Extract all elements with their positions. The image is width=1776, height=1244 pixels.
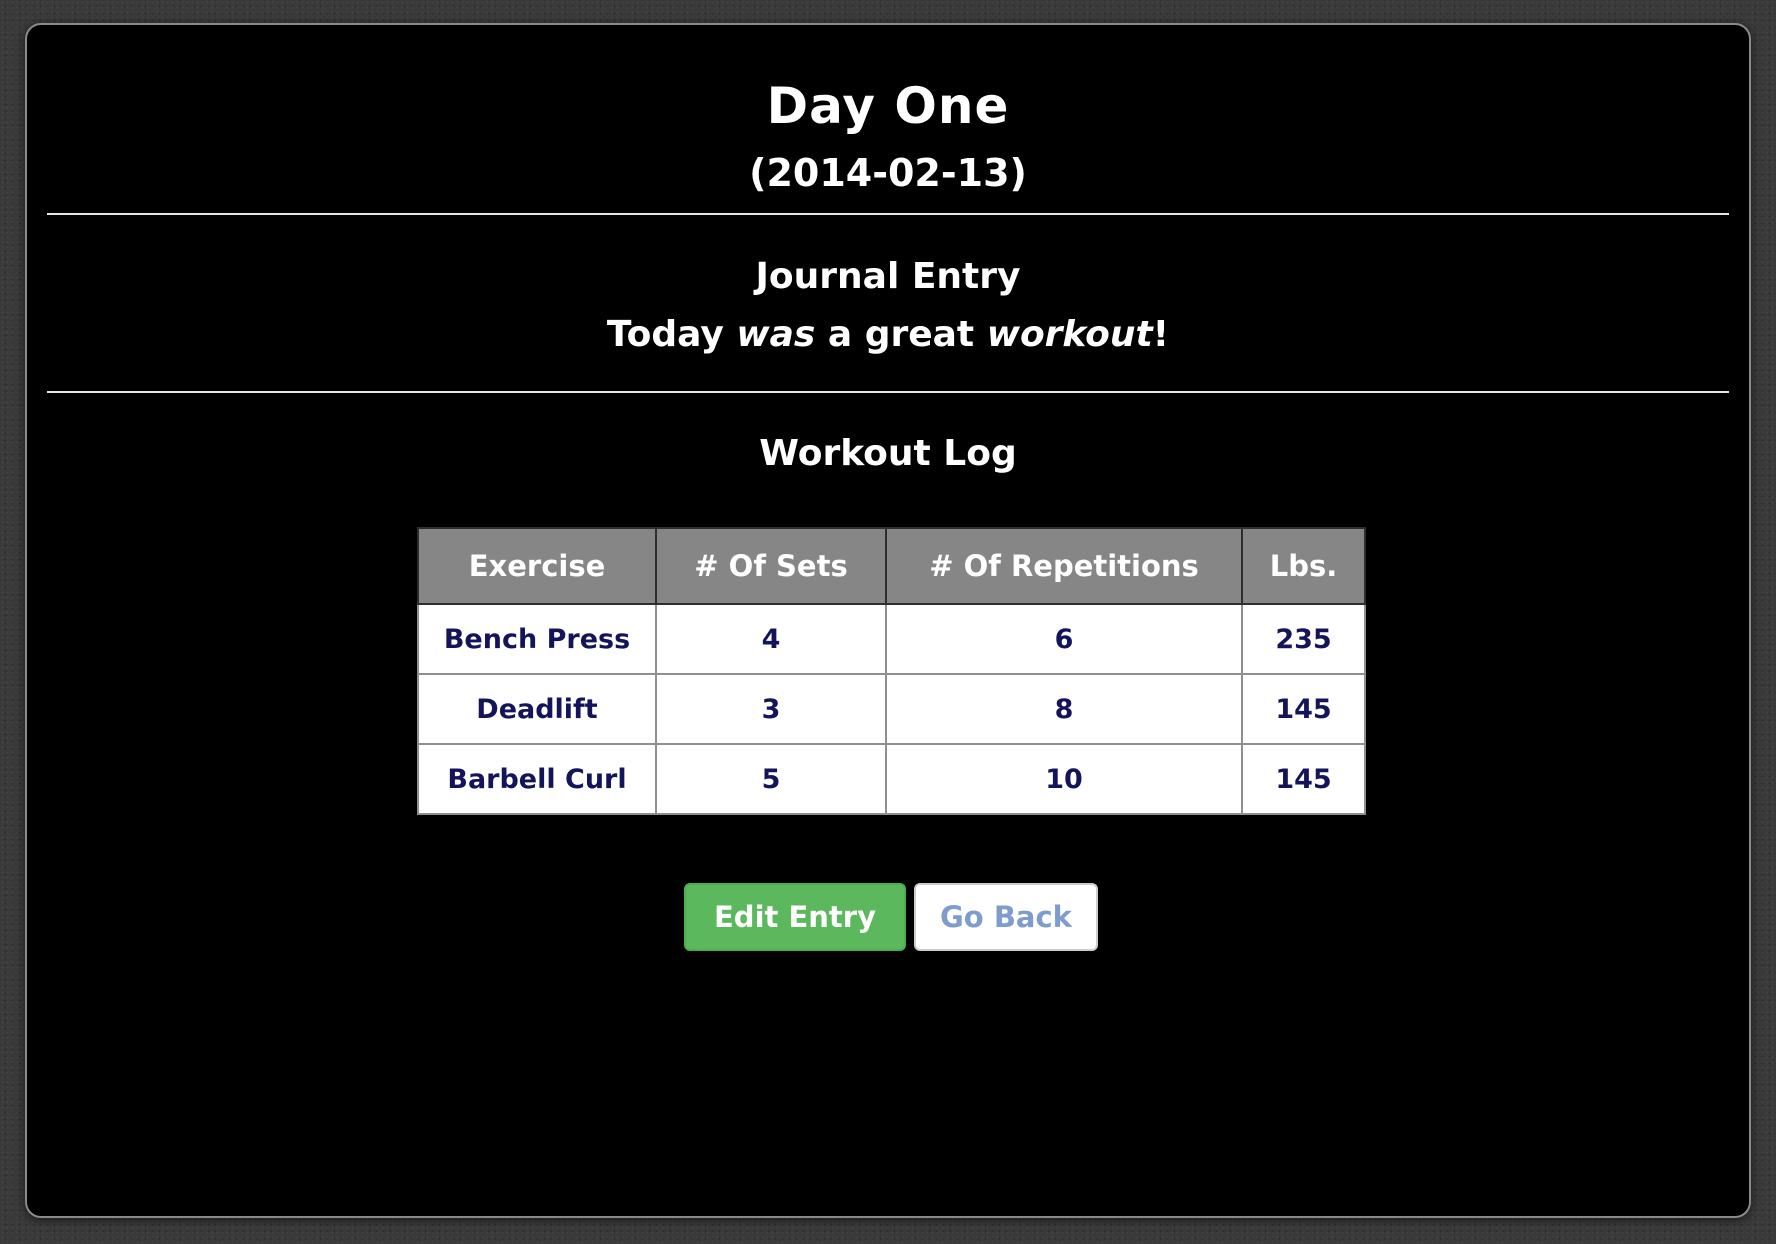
journal-text-emphasis: workout	[986, 314, 1153, 355]
entry-title: Day One	[766, 77, 1010, 135]
cell-lbs: 235	[1241, 603, 1366, 675]
table-header-row: Exercise # Of Sets # Of Repetitions Lbs.	[417, 527, 1366, 605]
column-header-sets: # Of Sets	[655, 527, 887, 605]
cell-sets: 3	[655, 673, 887, 745]
workout-log-heading: Workout Log	[759, 433, 1017, 474]
workout-log-table: Exercise # Of Sets # Of Repetitions Lbs.…	[417, 527, 1366, 815]
column-header-repetitions: # Of Repetitions	[885, 527, 1243, 605]
column-header-lbs: Lbs.	[1241, 527, 1366, 605]
column-header-exercise: Exercise	[417, 527, 657, 605]
cell-exercise: Barbell Curl	[417, 743, 657, 815]
journal-text-part: !	[1152, 314, 1170, 355]
edit-entry-button[interactable]: Edit Entry	[684, 883, 906, 951]
divider	[47, 213, 1729, 215]
cell-lbs: 145	[1241, 673, 1366, 745]
journal-text-emphasis: was	[736, 314, 816, 355]
entry-date: (2014-02-13)	[749, 151, 1027, 195]
cell-lbs: 145	[1241, 743, 1366, 815]
journal-text-part: a great	[815, 314, 987, 355]
journal-heading: Journal Entry	[755, 256, 1021, 297]
table-row: Bench Press 4 6 235	[417, 603, 1366, 675]
cell-exercise: Bench Press	[417, 603, 657, 675]
journal-text-part: Today	[606, 314, 737, 355]
divider	[47, 391, 1729, 393]
go-back-button[interactable]: Go Back	[914, 883, 1098, 951]
table-row: Deadlift 3 8 145	[417, 673, 1366, 745]
cell-sets: 4	[655, 603, 887, 675]
cell-repetitions: 8	[885, 673, 1243, 745]
cell-sets: 5	[655, 743, 887, 815]
journal-panel: Day One (2014-02-13) Journal Entry Today…	[25, 23, 1751, 1218]
journal-text: Today was a great workout!	[27, 314, 1749, 355]
table-row: Barbell Curl 5 10 145	[417, 743, 1366, 815]
cell-repetitions: 10	[885, 743, 1243, 815]
cell-repetitions: 6	[885, 603, 1243, 675]
cell-exercise: Deadlift	[417, 673, 657, 745]
